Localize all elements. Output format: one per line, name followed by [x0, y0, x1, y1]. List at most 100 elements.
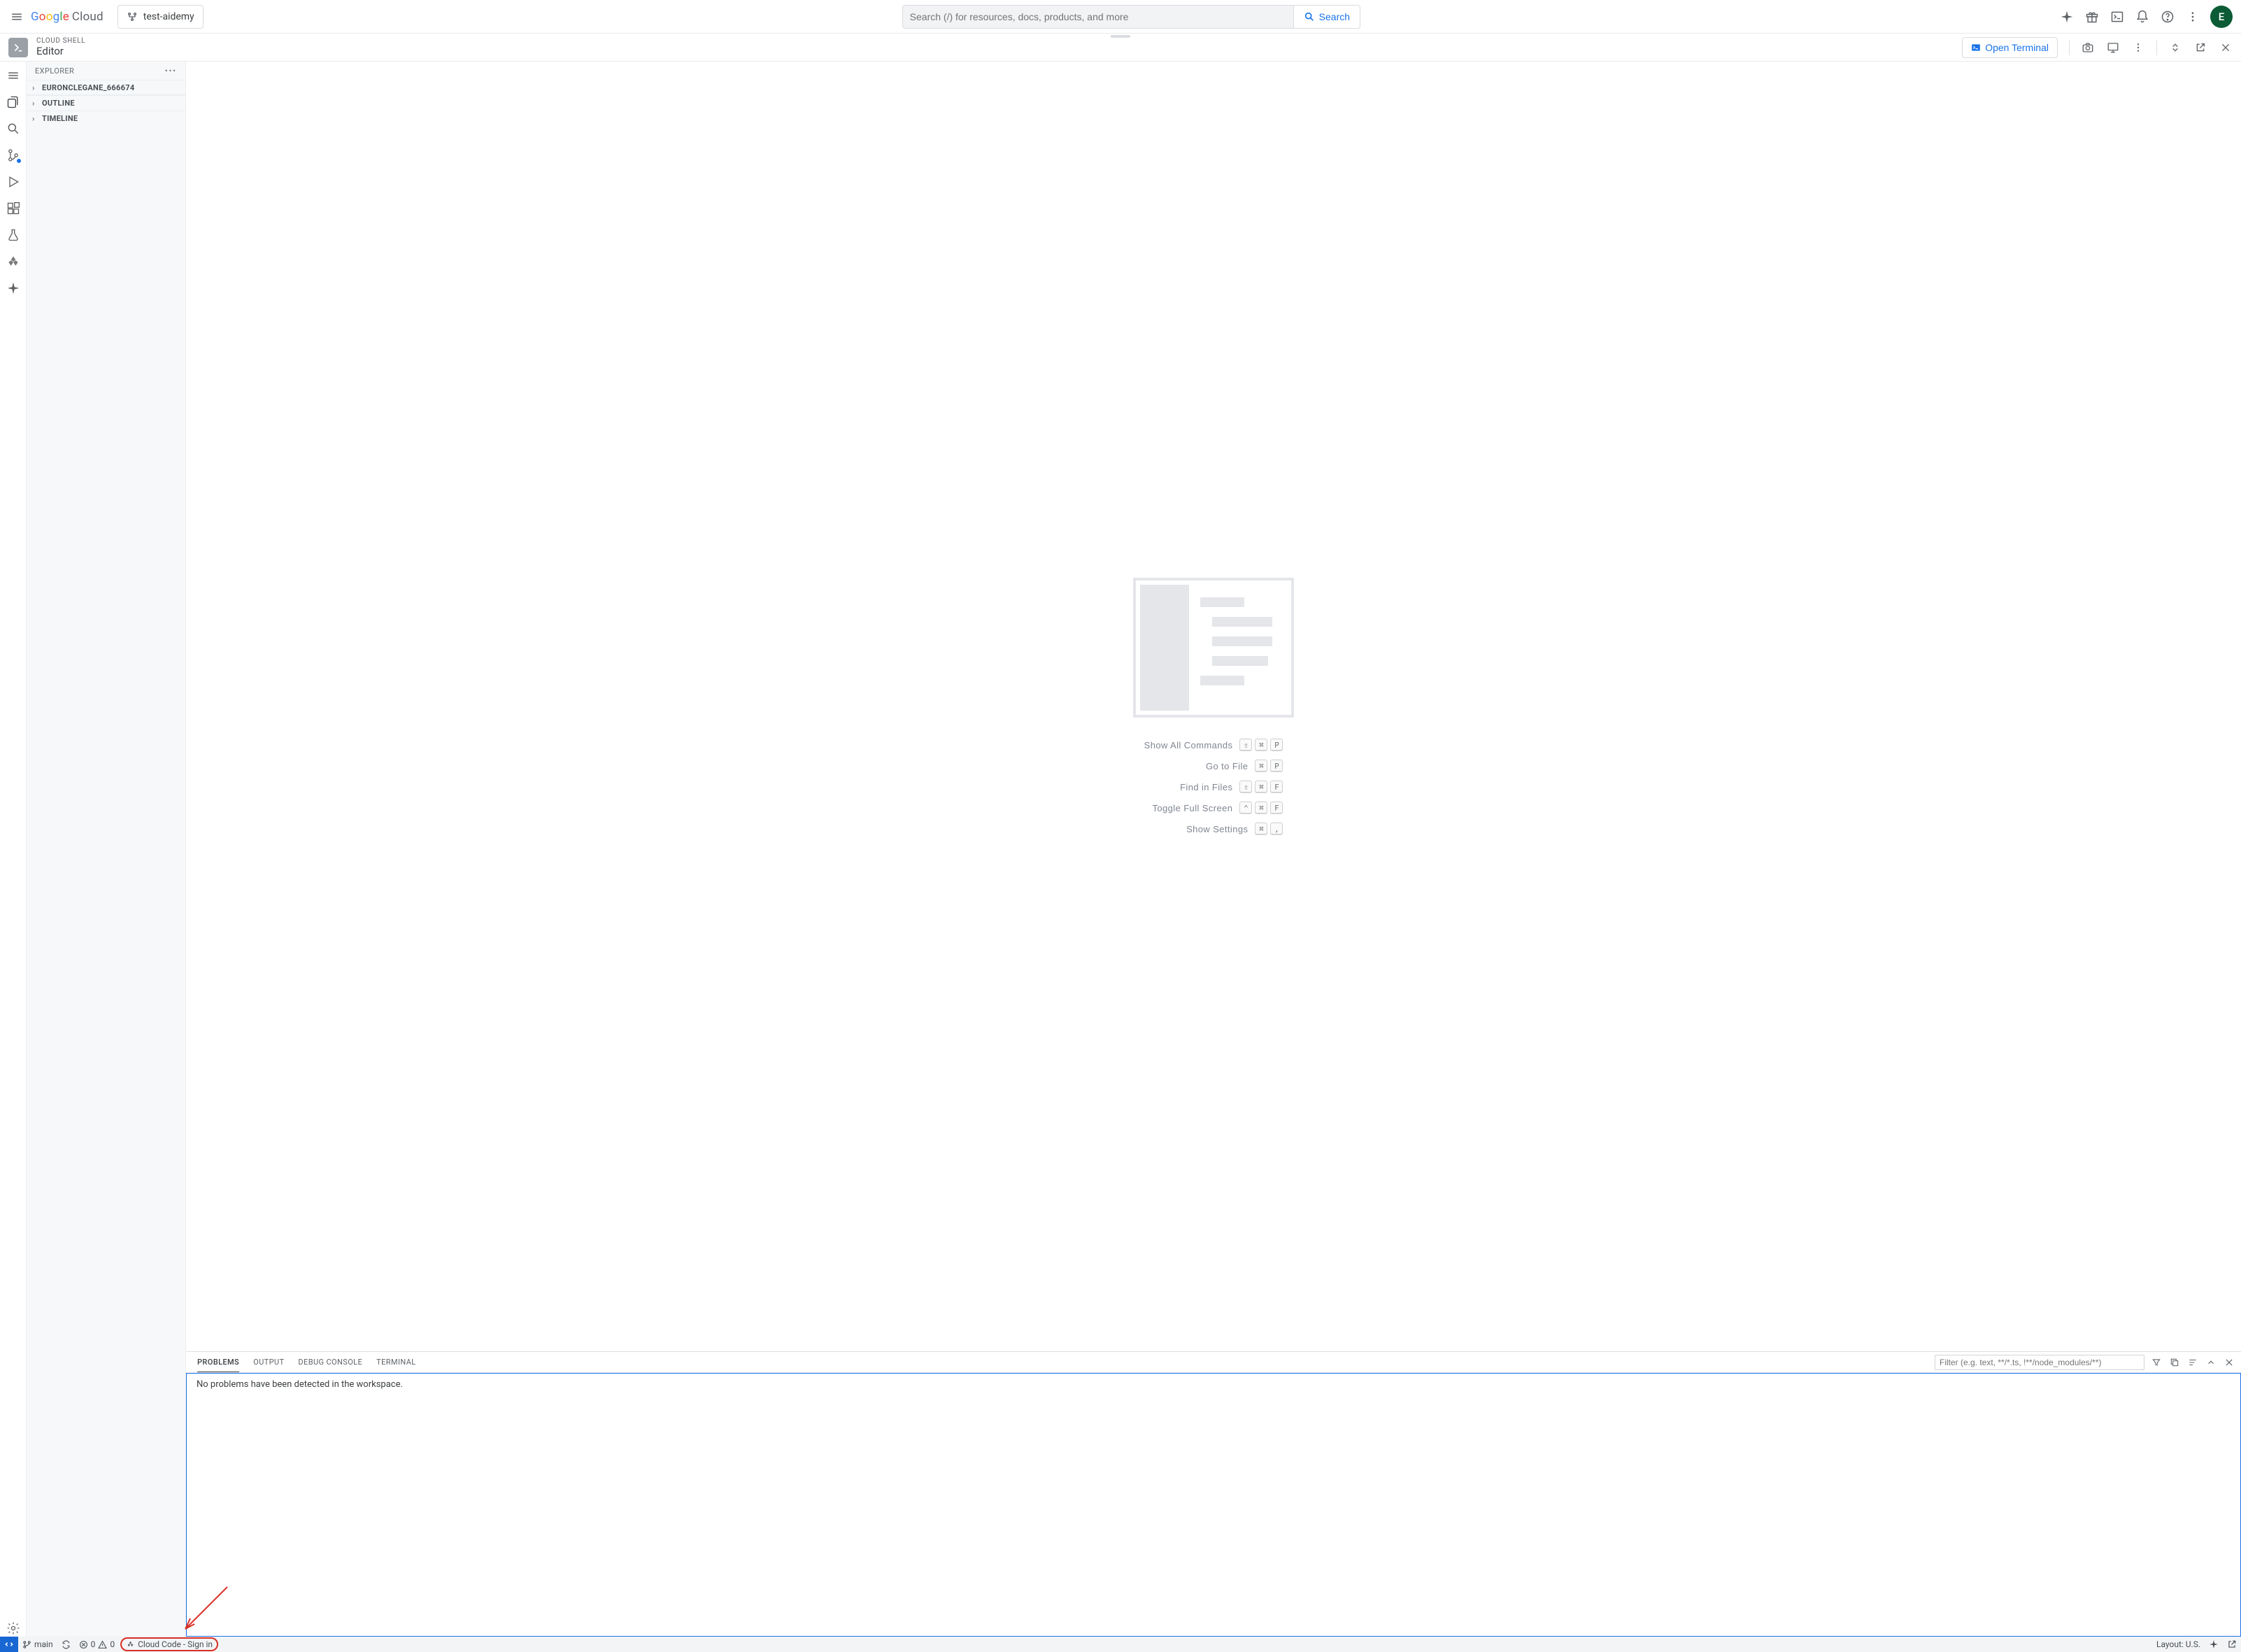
cmd-label: Go to File	[1206, 761, 1248, 771]
gemini-spark-icon[interactable]	[2059, 9, 2075, 24]
cmd-keys: ⌃⌘F	[1239, 802, 1283, 814]
cloud-shell-header: CLOUD SHELL Editor Open Terminal	[0, 34, 2241, 62]
key: ,	[1270, 823, 1283, 835]
problems-body: No problems have been detected in the wo…	[186, 1373, 2241, 1637]
cmd-label: Show All Commands	[1144, 740, 1233, 750]
welcome-cmd-row: Go to File ⌘P	[1206, 760, 1283, 772]
test-beaker-icon[interactable]	[5, 227, 22, 243]
tab-debug-console[interactable]: DEBUG CONSOLE	[298, 1352, 362, 1372]
shell-badge-icon	[8, 38, 28, 57]
search-icon[interactable]	[5, 120, 22, 137]
hamburger-icon[interactable]	[8, 8, 25, 25]
run-debug-icon[interactable]	[5, 173, 22, 190]
explorer-title: EXPLORER	[35, 66, 74, 76]
cloud-shell-icon[interactable]	[2110, 9, 2125, 24]
cmd-label: Show Settings	[1186, 824, 1248, 834]
cmd-keys: ⇧⌘P	[1239, 739, 1283, 751]
extensions-icon[interactable]	[5, 200, 22, 217]
problems-message: No problems have been detected in the wo…	[197, 1379, 403, 1390]
google-cloud-logo[interactable]: Google Cloud	[31, 8, 104, 25]
tree-timeline[interactable]: ›TIMELINE	[27, 111, 185, 126]
editor-column: Show All Commands⇧⌘PGo to File⌘PFind in …	[186, 62, 2241, 1637]
ellipsis-icon[interactable]: •••	[165, 66, 177, 76]
search-input[interactable]	[910, 11, 1286, 22]
cloud-code-icon[interactable]	[5, 253, 22, 270]
camera-icon[interactable]	[2081, 41, 2095, 55]
cloud-code-signin[interactable]: Cloud Code - Sign in	[120, 1637, 218, 1651]
cmd-label: Toggle Full Screen	[1153, 803, 1233, 813]
key: ⌘	[1255, 760, 1267, 772]
shell-title: CLOUD SHELL Editor	[36, 38, 85, 57]
drag-handle[interactable]	[1111, 35, 1130, 38]
desktop-icon[interactable]	[2106, 41, 2120, 55]
kebab-icon[interactable]	[2185, 9, 2200, 24]
welcome-illustration	[1133, 578, 1294, 718]
bell-icon[interactable]	[2135, 9, 2150, 24]
open-terminal-label: Open Terminal	[1985, 42, 2049, 53]
filter-input[interactable]	[1935, 1355, 2144, 1370]
warning-count: 0	[110, 1639, 115, 1649]
bottom-panel: PROBLEMS OUTPUT DEBUG CONSOLE TERMINAL N…	[186, 1351, 2241, 1637]
shell-actions	[2069, 40, 2233, 55]
close-icon[interactable]	[2223, 1356, 2235, 1369]
search-wrap: Search	[209, 5, 2054, 29]
cmd-label: Find in Files	[1180, 782, 1232, 792]
popout-icon[interactable]	[2193, 41, 2207, 55]
tab-problems[interactable]: PROBLEMS	[197, 1352, 239, 1372]
key: ⌘	[1255, 781, 1267, 793]
key: ⌘	[1255, 802, 1267, 814]
avatar[interactable]: E	[2210, 6, 2233, 28]
key: P	[1270, 760, 1283, 772]
shell-title-text: Editor	[36, 45, 85, 57]
close-icon[interactable]	[2219, 41, 2233, 55]
gcp-header: Google Cloud test-aidemy Search E	[0, 0, 2241, 34]
key: F	[1270, 781, 1283, 793]
gemini-status-icon[interactable]	[2205, 1637, 2223, 1652]
tab-output[interactable]: OUTPUT	[253, 1352, 284, 1372]
copy-icon[interactable]	[2168, 1356, 2181, 1369]
key: ⇧	[1239, 739, 1252, 751]
sync-item[interactable]	[57, 1637, 75, 1652]
key: ⌘	[1255, 739, 1267, 751]
tree-workspace[interactable]: ›EURONCLEGANE_666674	[27, 80, 185, 95]
gemini-icon[interactable]	[5, 280, 22, 297]
explorer-header: EXPLORER •••	[27, 62, 185, 80]
kebab-icon[interactable]	[2131, 41, 2145, 55]
collapse-icon[interactable]	[2168, 41, 2182, 55]
tree-label: EURONCLEGANE_666674	[42, 83, 134, 92]
logo-cloud-text: Cloud	[72, 10, 104, 24]
collapse-all-icon[interactable]	[2186, 1356, 2199, 1369]
layout-label: Layout: U.S.	[2156, 1639, 2200, 1649]
open-terminal-button[interactable]: Open Terminal	[1962, 37, 2058, 58]
welcome-screen: Show All Commands⇧⌘PGo to File⌘PFind in …	[186, 62, 2241, 1351]
cmd-keys: ⇧⌘F	[1239, 781, 1283, 793]
branch-item[interactable]: main	[18, 1637, 57, 1652]
explorer-panel: EXPLORER ••• ›EURONCLEGANE_666674 ›OUTLI…	[27, 62, 186, 1637]
search-button-label: Search	[1319, 11, 1350, 22]
search-button[interactable]: Search	[1294, 5, 1360, 29]
help-icon[interactable]	[2160, 9, 2175, 24]
source-control-icon[interactable]	[5, 147, 22, 164]
key: ⇧	[1239, 781, 1252, 793]
filter-icon[interactable]	[2150, 1356, 2163, 1369]
avatar-initial: E	[2219, 10, 2224, 23]
project-name: test-aidemy	[143, 11, 194, 22]
problems-count[interactable]: 0 0	[75, 1637, 120, 1652]
chevron-up-icon[interactable]	[2205, 1356, 2217, 1369]
menu-icon[interactable]	[5, 67, 22, 84]
remote-button[interactable]	[0, 1637, 18, 1652]
layout-item[interactable]: Layout: U.S.	[2152, 1637, 2205, 1652]
status-bar: main 0 0 Cloud Code - Sign in Layout: U.…	[0, 1637, 2241, 1652]
branch-label: main	[34, 1639, 53, 1649]
welcome-cmd-row: Toggle Full Screen ⌃⌘F	[1153, 802, 1283, 814]
key: F	[1270, 802, 1283, 814]
project-selector[interactable]: test-aidemy	[118, 5, 204, 29]
divider	[2069, 40, 2070, 55]
tree-outline[interactable]: ›OUTLINE	[27, 95, 185, 111]
tab-terminal[interactable]: TERMINAL	[376, 1352, 415, 1372]
search-box[interactable]	[902, 5, 1294, 29]
gift-icon[interactable]	[2084, 9, 2100, 24]
gear-icon[interactable]	[5, 1620, 22, 1637]
explorer-icon[interactable]	[5, 94, 22, 111]
notifications-icon[interactable]	[2223, 1637, 2241, 1652]
